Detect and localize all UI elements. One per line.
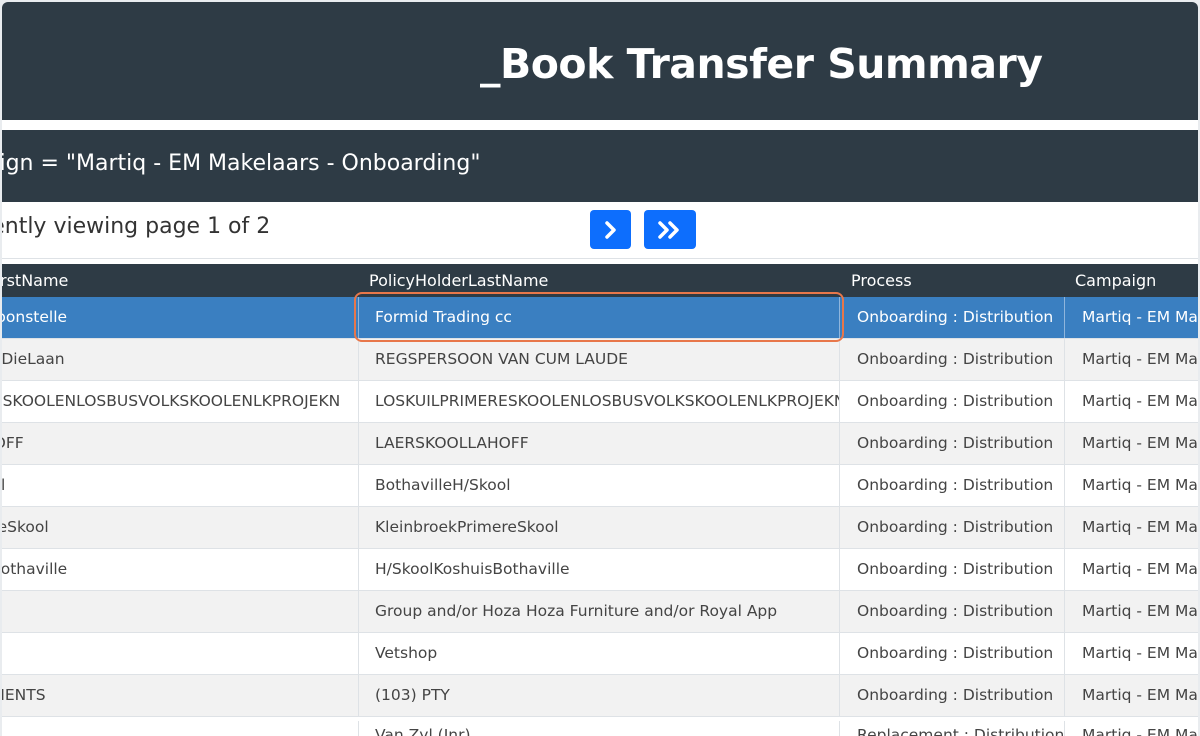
table-cell: Martiq - EM Mal <box>1082 518 1198 536</box>
table-cell: sBothaville <box>2 549 359 590</box>
transfer-table: rstName PolicyHolderLastName Process Cam… <box>2 264 1198 736</box>
table-cell: Martiq - EM Mal <box>1082 434 1198 452</box>
table-cell: (103) PTY <box>358 675 840 716</box>
table-cell <box>2 721 359 736</box>
table-cell: Formid Trading cc <box>358 297 840 338</box>
table-cell: HOFF <box>2 423 359 464</box>
table-cell: Woonstelle <box>2 297 359 338</box>
pager: rrently viewing page 1 of 2 <box>2 202 1198 259</box>
table-cell: Martiq - EM Ma <box>1065 297 1198 338</box>
column-header-process[interactable]: Process <box>851 271 912 290</box>
table-cell: RESKOOLENLOSBUSVOLKSKOOLENLKPROJEKN <box>2 381 359 422</box>
table-cell: Onboarding : Distribution <box>840 507 1065 548</box>
table-cell: Onboarding : Distribution <box>840 423 1065 464</box>
table-row[interactable]: TMENTS(103) PTYOnboarding : Distribution… <box>2 675 1198 717</box>
table-cell: Martiq - EM Mal <box>1082 726 1198 736</box>
table-cell: Replacement : Distribution <box>840 721 1065 736</box>
column-header-policyholderlastname[interactable]: PolicyHolderLastName <box>369 271 548 290</box>
table-cell: anDieLaan <box>2 339 359 380</box>
table-row[interactable]: Vetshop Onboarding : Distribution Martiq -… <box>2 633 1198 675</box>
double-chevron-right-icon <box>658 220 679 239</box>
table-cell: Martiq - EM Mal <box>1082 602 1198 620</box>
table-row[interactable]: oolBothavilleH/SkoolOnboarding : Distrib… <box>2 465 1198 507</box>
table-cell: Group and/or Hoza Hoza Furniture and/or … <box>358 591 840 632</box>
table-body: WoonstelleFormid Trading ccOnboarding : … <box>2 297 1198 736</box>
chevron-right-icon <box>604 220 616 239</box>
page-title: _Book Transfer Summary <box>480 40 1043 88</box>
filter-bar: aign = "Martiq - EM Makelaars - Onboardi… <box>2 130 1198 202</box>
table-cell: Onboarding : Distribution <box>840 465 1065 506</box>
table-cell <box>2 591 359 632</box>
table-cell: Onboarding : Distribution <box>840 297 1065 338</box>
table-cell: Onboarding : Distribution <box>840 591 1065 632</box>
table-row[interactable]: Van Zyl (Jnr) Replacement : Distribution M… <box>2 717 1198 736</box>
table-cell: H/SkoolKoshuisBothaville <box>358 549 840 590</box>
table-cell: Vetshop <box>358 633 840 674</box>
table-cell: Onboarding : Distribution <box>840 549 1065 590</box>
column-header-firstname[interactable]: rstName <box>2 271 68 290</box>
pager-status: rrently viewing page 1 of 2 <box>2 214 271 239</box>
table-cell: Onboarding : Distribution <box>840 675 1065 716</box>
table-cell: Martiq - EM Mal <box>1082 644 1198 662</box>
table-cell <box>2 633 359 674</box>
table-cell: Martiq - EM Mal <box>1082 560 1198 578</box>
table-header: rstName PolicyHolderLastName Process Cam… <box>2 264 1198 297</box>
table-cell: LAERSKOOLLAHOFF <box>358 423 840 464</box>
table-cell: Martiq - EM Mal <box>1082 392 1198 410</box>
table-cell: TMENTS <box>2 675 359 716</box>
app-frame: _Book Transfer Summary aign = "Martiq - … <box>0 0 1200 736</box>
table-cell: KleinbroekPrimereSkool <box>358 507 840 548</box>
table-cell: ereSkool <box>2 507 359 548</box>
table-row[interactable]: ereSkoolKleinbroekPrimereSkoolOnboarding… <box>2 507 1198 549</box>
table-cell: Martiq - EM Mal <box>1082 476 1198 494</box>
table-row[interactable]: HOFFLAERSKOOLLAHOFFOnboarding : Distribu… <box>2 423 1198 465</box>
main-content: aign = "Martiq - EM Makelaars - Onboardi… <box>2 120 1198 736</box>
next-page-button[interactable] <box>590 210 631 249</box>
table-row[interactable]: anDieLaanREGSPERSOON VAN CUM LAUDEOnboar… <box>2 339 1198 381</box>
filter-text: aign = "Martiq - EM Makelaars - Onboardi… <box>2 151 481 176</box>
table-cell: Onboarding : Distribution <box>840 633 1065 674</box>
table-cell: Onboarding : Distribution <box>840 381 1065 422</box>
table-cell: REGSPERSOON VAN CUM LAUDE <box>358 339 840 380</box>
table-row[interactable]: Group and/or Hoza Hoza Furniture and/or … <box>2 591 1198 633</box>
table-cell: LOSKUILPRIMERESKOOLENLOSBUSVOLKSKOOLENLK… <box>358 381 840 422</box>
table-cell: Martiq - EM Mal <box>1082 350 1198 368</box>
table-row[interactable]: WoonstelleFormid Trading ccOnboarding : … <box>2 297 1198 339</box>
table-cell: Onboarding : Distribution <box>840 339 1065 380</box>
table-row[interactable]: sBothavilleH/SkoolKoshuisBothavilleOnboa… <box>2 549 1198 591</box>
page-header: _Book Transfer Summary <box>2 2 1198 120</box>
table-cell: ool <box>2 465 359 506</box>
column-header-campaign[interactable]: Campaign <box>1075 271 1156 290</box>
table-cell: BothavilleH/Skool <box>358 465 840 506</box>
table-cell: Martiq - EM Mal <box>1082 686 1198 704</box>
table-cell: Van Zyl (Jnr) <box>358 721 840 736</box>
table-row[interactable]: RESKOOLENLOSBUSVOLKSKOOLENLKPROJEKN LOSKU… <box>2 381 1198 423</box>
last-page-button[interactable] <box>644 210 696 249</box>
